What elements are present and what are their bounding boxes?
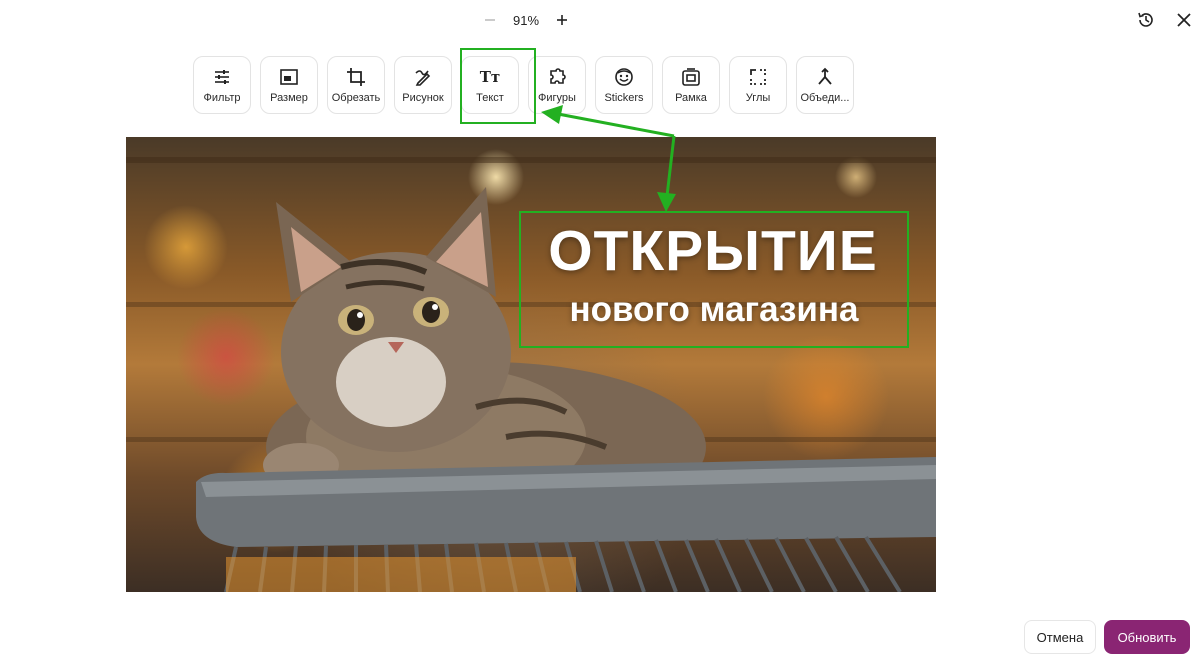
tool-label: Объеди...	[800, 92, 850, 104]
tool-label: Обрезать	[331, 92, 381, 104]
sliders-icon	[215, 70, 229, 84]
plus-icon	[557, 15, 567, 25]
image-canvas[interactable]: ОТКРЫТИЕ нового магазина	[126, 137, 936, 592]
corners-icon	[750, 69, 766, 85]
tool-label: Фильтр	[203, 92, 241, 104]
zoom-control: 91%	[478, 8, 574, 32]
tool-merge[interactable]: Объеди...	[796, 56, 854, 114]
draw-icon	[415, 70, 431, 86]
close-button[interactable]	[1172, 8, 1196, 32]
shapes-icon	[550, 68, 566, 84]
text-tool-highlight	[460, 48, 536, 124]
crop-icon	[347, 68, 365, 86]
tool-shapes[interactable]: Фигуры	[528, 56, 586, 114]
update-button[interactable]: Обновить	[1104, 620, 1190, 654]
zoom-in-button[interactable]	[550, 8, 574, 32]
history-button[interactable]	[1134, 8, 1158, 32]
tool-label: Фигуры	[538, 92, 576, 104]
tool-stickers[interactable]: Stickers	[595, 56, 653, 114]
tool-label: Рисунок	[402, 92, 444, 104]
minus-icon	[485, 19, 495, 21]
tool-label: Размер	[270, 92, 308, 104]
cancel-button[interactable]: Отмена	[1024, 620, 1096, 654]
merge-icon	[818, 67, 832, 85]
zoom-out-button[interactable]	[478, 8, 502, 32]
tool-filter[interactable]: Фильтр	[193, 56, 251, 114]
tool-draw[interactable]: Рисунок	[394, 56, 452, 114]
tool-label: Рамка	[675, 92, 707, 104]
tool-label: Stickers	[604, 92, 644, 104]
history-icon	[1138, 12, 1153, 27]
tool-frame[interactable]: Рамка	[662, 56, 720, 114]
text-selection-highlight	[519, 211, 909, 348]
tool-crop[interactable]: Обрезать	[327, 56, 385, 114]
resize-icon	[280, 69, 298, 85]
tool-label: Углы	[745, 92, 771, 104]
tool-resize[interactable]: Размер	[260, 56, 318, 114]
zoom-level: 91%	[512, 12, 540, 28]
kitten-in-cart-illustration	[126, 157, 936, 592]
sticker-icon	[615, 68, 633, 86]
close-icon	[1177, 13, 1191, 27]
frame-icon	[682, 68, 700, 86]
tool-corners[interactable]: Углы	[729, 56, 787, 114]
